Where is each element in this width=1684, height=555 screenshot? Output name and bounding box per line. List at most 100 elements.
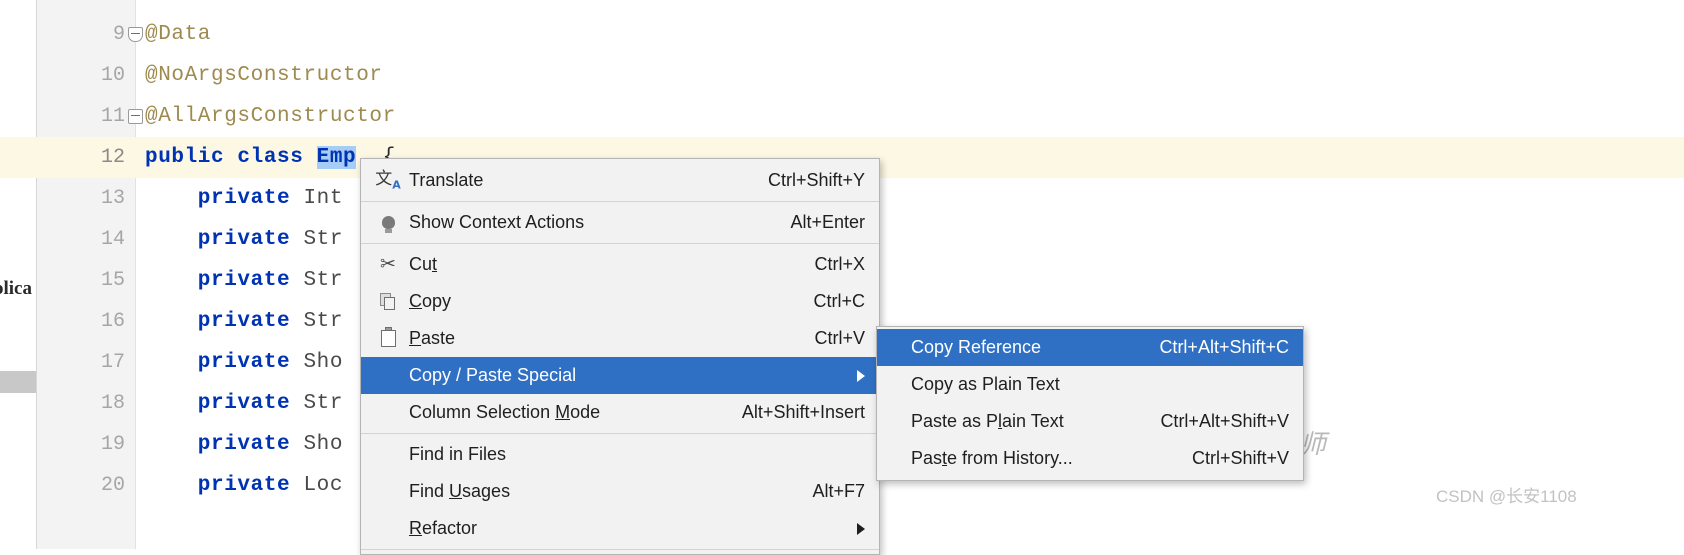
code-token: Loc	[303, 474, 344, 497]
code-token: Str	[303, 310, 344, 333]
menu-item-label: Column Selection Mode	[409, 402, 601, 422]
menu-item-shortcut: Ctrl+Alt+Shift+C	[1159, 337, 1289, 357]
code-token: Sho	[303, 433, 344, 456]
menu-item-column-selection-mode[interactable]: Column Selection Mode Alt+Shift+Insert	[361, 394, 879, 431]
menu-item-shortcut: Ctrl+Shift+Y	[767, 170, 865, 190]
code-token: @NoArgsConstructor	[145, 64, 383, 87]
code-token: private	[145, 228, 304, 251]
line-number: 17	[100, 351, 125, 374]
line-number: 13	[100, 187, 125, 210]
menu-item-label: Cut	[409, 254, 438, 274]
submenu-item-paste-as-plain-text[interactable]: Paste as Plain Text Ctrl+Alt+Shift+V	[877, 403, 1303, 440]
code-line-text: private Sho	[145, 342, 343, 383]
left-gray-marker	[0, 371, 36, 393]
menu-item-cut[interactable]: ✂ Cut Ctrl+X	[361, 246, 879, 283]
menu-item-shortcut: Alt+F7	[812, 481, 865, 501]
menu-item-label: Copy	[409, 291, 452, 311]
code-token: private	[145, 392, 304, 415]
code-line-text: private Sho	[145, 424, 343, 465]
menu-item-show-context-actions[interactable]: Show Context Actions Alt+Enter	[361, 204, 879, 241]
menu-item-label: Copy Reference	[911, 337, 1042, 357]
left-clipped-text: olica	[0, 278, 32, 299]
code-fold-toggle[interactable]	[128, 27, 143, 42]
paste-icon	[373, 327, 403, 347]
code-line-text: private Int	[145, 178, 343, 219]
code-line-text: @NoArgsConstructor	[145, 55, 383, 96]
editor-left-strip: olica	[0, 0, 37, 549]
menu-item-label: Copy / Paste Special	[409, 365, 577, 385]
code-token: Str	[303, 392, 344, 415]
menu-item-find-in-files[interactable]: Find in Files	[361, 436, 879, 473]
submenu-arrow-icon	[857, 369, 865, 382]
line-number: 14	[100, 228, 125, 251]
submenu-item-paste-from-history[interactable]: Paste from History... Ctrl+Shift+V	[877, 440, 1303, 477]
menu-separator	[361, 549, 879, 550]
code-line-text: public class Emp {	[145, 137, 396, 178]
scissors-icon: ✂	[380, 253, 396, 275]
menu-item-shortcut: Alt+Enter	[790, 212, 865, 232]
code-line-text: private Str	[145, 383, 343, 424]
code-token: private	[145, 474, 304, 497]
copy-paste-special-submenu[interactable]: Copy Reference Ctrl+Alt+Shift+C Copy as Pl…	[876, 326, 1304, 481]
line-number: 12	[100, 146, 125, 169]
line-number: 11	[100, 105, 125, 128]
menu-item-copy[interactable]: Copy Ctrl+C	[361, 283, 879, 320]
translate-icon: 文A	[375, 168, 401, 192]
line-number: 10	[100, 64, 125, 87]
watermark-csdn: CSDN @长安1108	[1436, 487, 1577, 506]
code-token: @AllArgsConstructor	[145, 105, 396, 128]
menu-item-find-usages[interactable]: Find Usages Alt+F7	[361, 473, 879, 510]
code-token: private	[145, 433, 304, 456]
menu-item-label: Copy as Plain Text	[911, 374, 1060, 394]
menu-item-label: Paste as Plain Text	[911, 411, 1064, 431]
code-fold-toggle[interactable]	[128, 109, 143, 124]
code-token: private	[145, 269, 304, 292]
code-line-text: private Str	[145, 219, 343, 260]
context-menu[interactable]: 文A Translate Ctrl+Shift+Y Show Context Acti…	[360, 158, 880, 555]
line-number: 19	[100, 433, 125, 456]
line-number: 20	[100, 474, 125, 497]
menu-item-shortcut: Ctrl+V	[814, 328, 865, 348]
submenu-arrow-icon	[857, 522, 865, 535]
code-line-text: @Data	[145, 14, 211, 55]
menu-item-label: Paste	[409, 328, 456, 348]
menu-item-translate[interactable]: 文A Translate Ctrl+Shift+Y	[361, 162, 879, 199]
menu-separator	[361, 201, 879, 202]
code-line-text: private Str	[145, 260, 343, 301]
submenu-item-copy-reference[interactable]: Copy Reference Ctrl+Alt+Shift+C	[877, 329, 1303, 366]
menu-separator	[361, 433, 879, 434]
code-token: public class	[145, 146, 317, 169]
menu-separator	[361, 243, 879, 244]
line-number: 18	[100, 392, 125, 415]
copy-icon	[373, 293, 403, 310]
menu-item-shortcut: Ctrl+Alt+Shift+V	[1160, 411, 1289, 431]
menu-item-shortcut: Alt+Shift+Insert	[741, 402, 865, 422]
code-token: private	[145, 187, 304, 210]
menu-item-copy-paste-special[interactable]: Copy / Paste Special	[361, 357, 879, 394]
code-token: Int	[303, 187, 344, 210]
code-token: private	[145, 310, 304, 333]
menu-item-label: Find in Files	[409, 444, 507, 464]
code-token: Sho	[303, 351, 344, 374]
submenu-item-copy-as-plain-text[interactable]: Copy as Plain Text	[877, 366, 1303, 403]
line-number: 16	[100, 310, 125, 333]
menu-item-label: Find Usages	[409, 481, 511, 501]
code-line-text: private Loc	[145, 465, 343, 506]
code-token: private	[145, 351, 304, 374]
code-line-text: private Str	[145, 301, 343, 342]
menu-item-label: Show Context Actions	[409, 212, 585, 232]
menu-item-label: Paste from History...	[911, 448, 1073, 468]
menu-item-refactor[interactable]: Refactor	[361, 510, 879, 547]
menu-item-shortcut: Ctrl+Shift+V	[1191, 448, 1289, 468]
code-line-text: @AllArgsConstructor	[145, 96, 396, 137]
menu-item-shortcut: Ctrl+X	[814, 254, 865, 274]
code-token: @Data	[145, 23, 212, 46]
code-token: Str	[303, 269, 344, 292]
selected-token: Emp	[316, 146, 357, 169]
line-number: 15	[100, 269, 125, 292]
code-token: Str	[303, 228, 344, 251]
menu-item-label: Refactor	[409, 518, 478, 538]
menu-item-label: Translate	[409, 170, 484, 190]
lightbulb-icon	[373, 216, 403, 233]
menu-item-paste[interactable]: Paste Ctrl+V	[361, 320, 879, 357]
